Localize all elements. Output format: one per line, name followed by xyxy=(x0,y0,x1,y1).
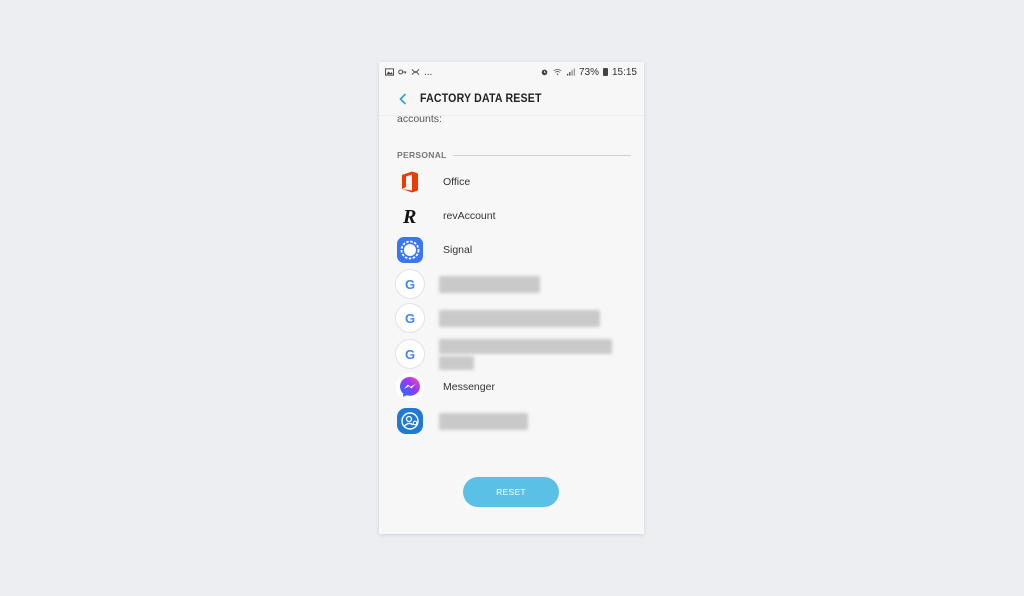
status-more-ellipsis: ... xyxy=(424,66,433,78)
clock: 15:15 xyxy=(611,66,637,78)
office-icon xyxy=(396,168,424,196)
section-label: PERSONAL xyxy=(397,150,447,160)
account-label: revAccount xyxy=(443,210,496,222)
cast-icon xyxy=(411,68,420,76)
status-bar-right: 73% 15:15 xyxy=(540,67,637,78)
revolut-icon: R xyxy=(396,202,424,230)
gallery-icon xyxy=(385,68,394,76)
section-divider xyxy=(452,154,631,156)
google-icon: G xyxy=(396,340,424,368)
account-label: Signal xyxy=(443,244,473,256)
signal-icon xyxy=(396,236,424,264)
redacted-account-name xyxy=(439,338,612,370)
battery-percent: 73% xyxy=(578,66,599,78)
account-row-signal[interactable]: Signal xyxy=(396,235,626,265)
section-header-personal: PERSONAL xyxy=(397,149,631,161)
redacted-line xyxy=(439,338,612,354)
svg-text:R: R xyxy=(402,206,416,228)
google-icon: G xyxy=(396,270,424,298)
redacted-account-name xyxy=(439,309,600,327)
signal-strength-icon xyxy=(566,68,575,76)
redacted-account-name xyxy=(439,412,528,430)
google-icon: G xyxy=(396,304,424,332)
intro-text: accounts: xyxy=(397,113,442,125)
account-row-google[interactable]: G xyxy=(396,337,626,371)
account-row-revaccount[interactable]: R revAccount xyxy=(396,201,626,231)
battery-icon xyxy=(602,68,608,76)
page-title: FACTORY DATA RESET xyxy=(420,92,542,105)
wifi-icon xyxy=(553,69,562,75)
chevron-left-icon xyxy=(399,92,407,105)
redacted-line xyxy=(439,355,474,370)
account-label: Office xyxy=(443,176,471,188)
back-button[interactable] xyxy=(392,88,414,110)
status-bar: ... 73% 15:15 xyxy=(379,62,644,82)
account-row-samsung[interactable] xyxy=(396,406,626,436)
account-row-google[interactable]: G xyxy=(396,303,626,333)
status-bar-left: ... xyxy=(385,67,432,78)
app-header: FACTORY DATA RESET xyxy=(379,82,644,116)
messenger-icon xyxy=(396,373,424,401)
phone-screen: ... 73% 15:15 FACTORY DATA RESET account… xyxy=(379,62,644,534)
redacted-account-name xyxy=(439,275,540,293)
samsung-account-icon xyxy=(396,407,424,435)
alarm-icon xyxy=(541,69,548,76)
account-row-google[interactable]: G xyxy=(396,269,626,299)
account-row-office[interactable]: Office xyxy=(396,167,626,197)
vpn-key-icon xyxy=(398,69,407,75)
account-row-messenger[interactable]: Messenger xyxy=(396,372,626,402)
reset-button[interactable]: RESET xyxy=(463,477,559,507)
account-label: Messenger xyxy=(443,381,495,393)
